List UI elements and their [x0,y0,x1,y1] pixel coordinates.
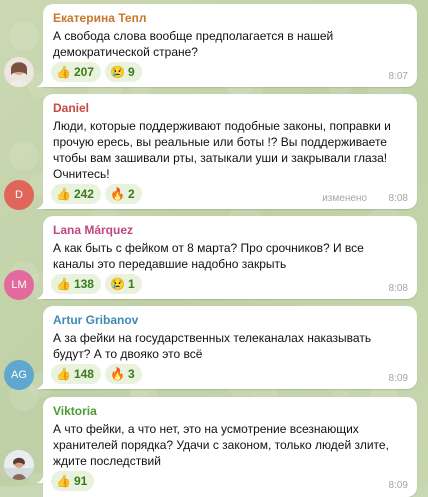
reaction-fire[interactable]: 🔥 2 [104,184,142,204]
reaction-cry[interactable]: 😢 9 [104,62,142,82]
edited-label: изменено [322,193,367,204]
reaction-count: 148 [73,367,94,381]
crying-face-icon: 😢 [109,277,125,291]
message-time: 8:07 [388,71,408,82]
message-author[interactable]: Екатерина Тепл [53,11,407,26]
fire-icon: 🔥 [109,367,125,381]
message-time: 8:08 [388,193,408,204]
message-author[interactable]: Lana Márquez [53,223,407,238]
reaction-count: 207 [73,65,94,79]
bubble-tail-icon [36,289,44,299]
reaction-count: 138 [73,277,94,291]
message-text: Люди, которые поддерживают подобные зако… [53,119,391,181]
avatar-initials: AG [11,369,27,381]
reactions-bar: 👍 207 😢 9 [51,62,142,82]
message-text: А что фейки, а что нет, это на усмотрени… [53,422,389,468]
crying-face-icon: 😢 [109,65,125,79]
message-text: А свобода слова вообще предполагается в … [53,29,334,59]
reaction-count: 2 [127,187,135,201]
reaction-count: 3 [127,367,135,381]
avatar-photo-icon [4,450,34,480]
reaction-count: 242 [73,187,94,201]
bubble-tail-icon [36,473,44,483]
reaction-count: 9 [127,65,135,79]
avatar-photo-icon [4,57,34,87]
reaction-cry[interactable]: 😢 1 [104,274,142,294]
avatar[interactable]: AG [4,360,34,390]
reaction-thumbs-up[interactable]: 👍 242 [51,184,101,204]
bubble-tail-icon [36,199,44,209]
message-bubble[interactable]: Artur Gribanov А за фейки на государстве… [36,306,417,389]
message-bubble[interactable]: Viktoria А что фейки, а что нет, это на … [36,397,417,497]
avatar-initials: D [15,189,23,201]
reactions-bar: 👍 242 🔥 2 [51,184,142,204]
fire-icon: 🔥 [109,187,125,201]
message-time: 8:09 [388,373,408,384]
thumbs-up-icon: 👍 [56,474,71,488]
avatar[interactable]: LM [4,270,34,300]
bubble-tail-icon [36,379,44,389]
reaction-thumbs-up[interactable]: 👍 148 [51,364,101,384]
message-bubble[interactable]: Daniel Люди, которые поддерживают подобн… [36,94,417,209]
avatar[interactable] [4,450,34,480]
reactions-bar: 👍 148 🔥 3 [51,364,142,384]
message-author[interactable]: Viktoria [53,404,407,419]
thumbs-up-icon: 👍 [56,65,71,79]
reactions-bar: 👍 91 [51,471,95,491]
bubble-tail-icon [36,77,44,87]
message-author[interactable]: Daniel [53,101,407,116]
message-author[interactable]: Artur Gribanov [53,313,407,328]
message-text: А как быть с фейком от 8 марта? Про сроч… [53,241,364,271]
thumbs-up-icon: 👍 [56,367,71,381]
avatar[interactable]: D [4,180,34,210]
message-text: А за фейки на государственных телеканала… [53,331,372,361]
reaction-fire[interactable]: 🔥 3 [104,364,142,384]
thumbs-up-icon: 👍 [56,277,71,291]
reaction-thumbs-up[interactable]: 👍 91 [51,471,95,491]
reaction-thumbs-up[interactable]: 👍 207 [51,62,101,82]
avatar-initials: LM [11,279,27,291]
reactions-bar: 👍 138 😢 1 [51,274,142,294]
reaction-thumbs-up[interactable]: 👍 138 [51,274,101,294]
avatar[interactable] [4,57,34,87]
message-bubble[interactable]: Lana Márquez А как быть с фейком от 8 ма… [36,216,417,299]
reaction-count: 1 [127,277,135,291]
message-time: 8:08 [388,283,408,294]
thumbs-up-icon: 👍 [56,187,71,201]
message-bubble[interactable]: Екатерина Тепл А свобода слова вообще пр… [36,4,417,87]
